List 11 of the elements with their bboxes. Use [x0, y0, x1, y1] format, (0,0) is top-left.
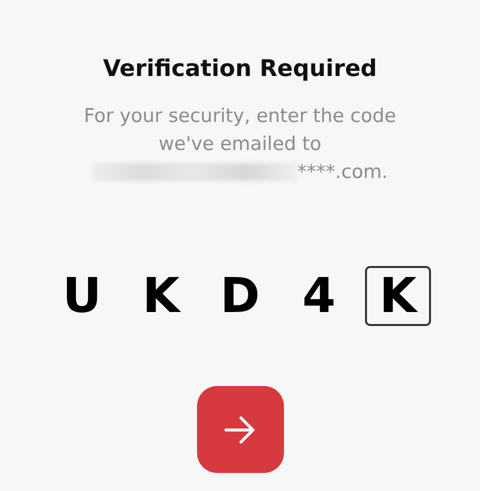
- dialog-title: Verification Required: [102, 56, 378, 82]
- code-digit[interactable]: K: [128, 266, 194, 326]
- submit-button[interactable]: [196, 386, 284, 473]
- code-digit[interactable]: K: [365, 266, 431, 326]
- code-digit[interactable]: U: [49, 266, 115, 326]
- email-text: ****.com.: [297, 160, 388, 185]
- message-text: we've emailed to: [158, 132, 322, 157]
- message-text: For your security, enter the code: [84, 104, 396, 129]
- arrow-right-icon: [224, 416, 256, 444]
- code-digit[interactable]: 4: [286, 266, 352, 326]
- code-digit[interactable]: D: [207, 266, 273, 326]
